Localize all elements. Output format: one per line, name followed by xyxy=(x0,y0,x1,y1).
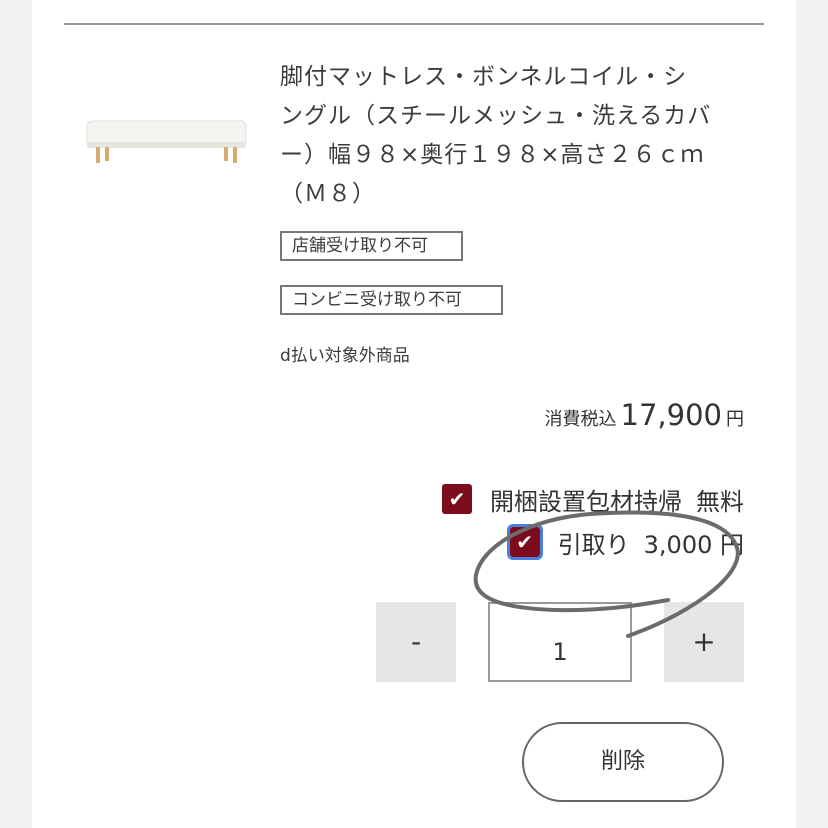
option-label: 開梱設置包材持帰 xyxy=(490,487,682,516)
delete-button[interactable]: 削除 xyxy=(522,722,724,802)
divider xyxy=(64,23,764,25)
quantity-input[interactable]: 1 xyxy=(488,602,632,682)
quantity-decrease-button[interactable]: - xyxy=(376,602,456,682)
price-label: 消費税込 xyxy=(544,409,617,430)
pickup-checkbox[interactable]: ✔ xyxy=(506,524,543,560)
no-convenience-store-pickup-badge: コンビニ受け取り不可 xyxy=(280,285,503,315)
option-price: 3,000 円 xyxy=(643,530,744,559)
check-icon: ✔ xyxy=(516,530,534,554)
d-payment-note: d払い対象外商品 xyxy=(280,346,410,366)
quantity-increase-button[interactable]: + xyxy=(664,602,744,682)
price-unit: 円 xyxy=(726,409,744,430)
product-title-line: 脚付マットレス・ボンネルコイル・シ xyxy=(280,64,688,90)
product-title-line: ングル（スチールメッシュ・洗えるカバ xyxy=(280,103,712,129)
mattress-image[interactable] xyxy=(84,115,249,170)
option-unpack-install[interactable]: ✔ 開梱設置包材持帰 無料 xyxy=(442,482,744,516)
option-pickup[interactable]: ✔ 引取り 3,000 円 xyxy=(506,524,744,560)
price: 消費税込 17,900 円 xyxy=(545,398,744,432)
product-title-line: （Ｍ８） xyxy=(280,181,376,207)
no-store-pickup-badge: 店舗受け取り不可 xyxy=(280,231,463,261)
option-price: 無料 xyxy=(696,487,744,516)
option-label: 引取り xyxy=(557,530,630,559)
check-icon: ✔ xyxy=(448,487,466,511)
unpack-install-checkbox[interactable]: ✔ xyxy=(442,484,472,514)
product-title[interactable]: 脚付マットレス・ボンネルコイル・シ ングル（スチールメッシュ・洗えるカバ ー）幅… xyxy=(280,58,750,214)
product-title-line: ー）幅９８×奥行１９８×高さ２６ｃｍ xyxy=(280,142,705,168)
price-value: 17,900 xyxy=(620,398,722,432)
